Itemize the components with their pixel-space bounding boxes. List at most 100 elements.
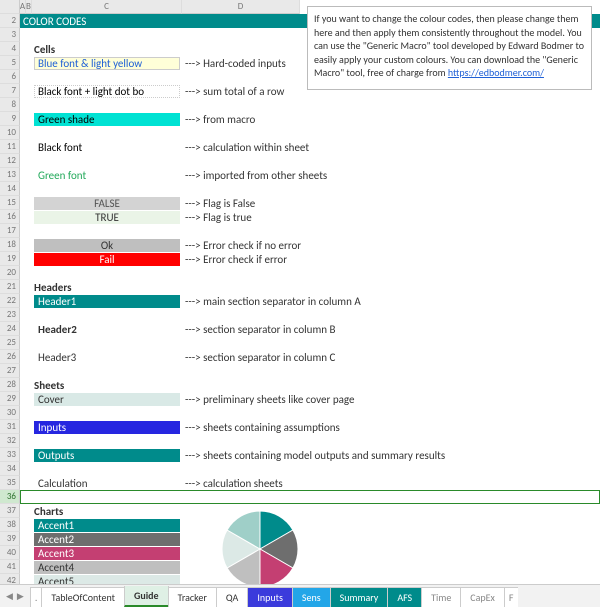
row-header-27[interactable]: 27 [0, 364, 20, 378]
desc-inputs-sheet: ---> sheets containing assumptions [182, 420, 600, 434]
desc-green-shade: ---> from macro [182, 112, 600, 126]
section-title-charts: Charts [32, 504, 182, 518]
sheet-tab-tableofcontent[interactable]: TableOfContent [41, 587, 125, 607]
desc-black-font: ---> calculation within sheet [182, 140, 600, 154]
sample-header3: Header3 [34, 351, 180, 364]
desc-cover: ---> preliminary sheets like cover page [182, 392, 600, 406]
col-header-C[interactable]: C [32, 0, 182, 14]
sheet-tab-sens[interactable]: Sens [292, 587, 331, 607]
row-header-39[interactable]: 39 [0, 532, 20, 546]
row-header-21[interactable]: 21 [0, 280, 20, 294]
row-header-13[interactable]: 13 [0, 168, 20, 182]
sample-ok: Ok [34, 239, 180, 252]
row-header-6[interactable]: 6 [0, 70, 20, 84]
desc-green-font: ---> imported from other sheets [182, 168, 600, 182]
row-header-31[interactable]: 31 [0, 420, 20, 434]
row-header-35[interactable]: 35 [0, 476, 20, 490]
row-header-7[interactable]: 7 [0, 84, 20, 98]
row-header-20[interactable]: 20 [0, 266, 20, 280]
pie-chart-svg [200, 504, 320, 594]
row-header-41[interactable]: 41 [0, 560, 20, 574]
sheet-tab-inputs[interactable]: Inputs [247, 587, 293, 607]
desc-outputs-sheet: ---> sheets containing model outputs and… [182, 448, 600, 462]
sheet-tab-qa[interactable]: QA [216, 587, 249, 607]
sample-header1: Header1 [34, 295, 180, 308]
row-header-22[interactable]: 22 [0, 294, 20, 308]
row-header-3[interactable]: 3 [0, 28, 20, 42]
row-header-9[interactable]: 9 [0, 112, 20, 126]
row-header-10[interactable]: 10 [0, 126, 20, 140]
row-header-18[interactable]: 18 [0, 238, 20, 252]
row-header-19[interactable]: 19 [0, 252, 20, 266]
row-header-16[interactable]: 16 [0, 210, 20, 224]
row-header-17[interactable]: 17 [0, 224, 20, 238]
row-header-25[interactable]: 25 [0, 336, 20, 350]
sample-accent4: Accent4 [34, 561, 180, 574]
row-header-34[interactable]: 34 [0, 462, 20, 476]
sample-accent3: Accent3 [34, 547, 180, 560]
row-header-37[interactable]: 37 [0, 504, 20, 518]
row-header-24[interactable]: 24 [0, 322, 20, 336]
desc-header2: ---> section separator in column B [182, 322, 600, 336]
desc-calc-sheet: ---> calculation sheets [182, 476, 600, 490]
tab-nav-right-icon[interactable]: ▶ [17, 591, 24, 602]
row-header-36[interactable]: 36 [0, 490, 20, 504]
section-title-headers: Headers [32, 280, 182, 294]
row-header-28[interactable]: 28 [0, 378, 20, 392]
section-title-cells: Cells [32, 42, 182, 56]
sheet-tab-time[interactable]: Time [421, 587, 461, 607]
sample-green-shade: Green shade [34, 113, 180, 126]
sample-black-dot: Black font + light dot bo [34, 85, 180, 98]
row-header-11[interactable]: 11 [0, 140, 20, 154]
row-header-12[interactable]: 12 [0, 154, 20, 168]
info-box-link[interactable]: https://edbodmer.com/ [448, 66, 544, 79]
sheet-tab-guide[interactable]: Guide [124, 586, 169, 607]
sheet-tabs: .TableOfContentGuideTrackerQAInputsSensS… [30, 586, 518, 607]
col-header-D[interactable]: D [182, 0, 300, 14]
pie-chart [200, 504, 320, 594]
row-36 [20, 490, 600, 504]
column-headers: A B C D [20, 0, 300, 14]
row-header-5[interactable]: 5 [0, 56, 20, 70]
row-header-29[interactable]: 29 [0, 392, 20, 406]
row-selection-indicator [20, 490, 600, 504]
sample-black-font: Black font [34, 141, 180, 154]
desc-header3: ---> section separator in column C [182, 350, 600, 364]
desc-flag-false: ---> Flag is False [182, 196, 600, 210]
tab-nav-left-icon[interactable]: ◀ [6, 591, 13, 602]
row-header-8[interactable]: 8 [0, 98, 20, 112]
row-header-33[interactable]: 33 [0, 448, 20, 462]
row-header-26[interactable]: 26 [0, 350, 20, 364]
desc-header1: ---> main section separator in column A [182, 294, 600, 308]
sheet-tab-summary[interactable]: Summary [330, 587, 389, 607]
sample-outputs-sheet: Outputs [34, 449, 180, 462]
sample-flag-false: FALSE [34, 197, 180, 210]
row-header-14[interactable]: 14 [0, 182, 20, 196]
row-header-15[interactable]: 15 [0, 196, 20, 210]
sample-accent1: Accent1 [34, 519, 180, 532]
row-header-38[interactable]: 38 [0, 518, 20, 532]
row-header-32[interactable]: 32 [0, 434, 20, 448]
sample-blue-yellow: Blue font & light yellow [34, 57, 180, 70]
sample-green-font: Green font [34, 169, 180, 182]
sample-header2: Header2 [34, 323, 180, 336]
sheet-tab-tracker[interactable]: Tracker [168, 587, 217, 607]
sheet-tab-f[interactable]: F [504, 587, 518, 607]
row-header-40[interactable]: 40 [0, 546, 20, 560]
sample-fail: Fail [34, 253, 180, 266]
row-header-23[interactable]: 23 [0, 308, 20, 322]
row-header-30[interactable]: 30 [0, 406, 20, 420]
section-title-sheets: Sheets [32, 378, 182, 392]
spreadsheet-view: A B C D 23456789101112131415161718192021… [0, 0, 600, 607]
sheet-tab-capex[interactable]: CapEx [460, 587, 505, 607]
desc-ok: ---> Error check if no error [182, 238, 600, 252]
grid-area[interactable]: COLOR CODES Cells Blue font & light yell… [20, 14, 600, 584]
sheet-tab-bar: ◀ ▶ .TableOfContentGuideTrackerQAInputsS… [0, 584, 600, 607]
row-header-4[interactable]: 4 [0, 42, 20, 56]
sample-calc-sheet: Calculation [34, 477, 180, 490]
row-headers: 2345678910111213141516171819202122232425… [0, 0, 20, 588]
info-box: If you want to change the colour codes, … [307, 6, 592, 90]
sample-accent2: Accent2 [34, 533, 180, 546]
row-header-2[interactable]: 2 [0, 14, 20, 28]
sheet-tab-afs[interactable]: AFS [387, 587, 422, 607]
